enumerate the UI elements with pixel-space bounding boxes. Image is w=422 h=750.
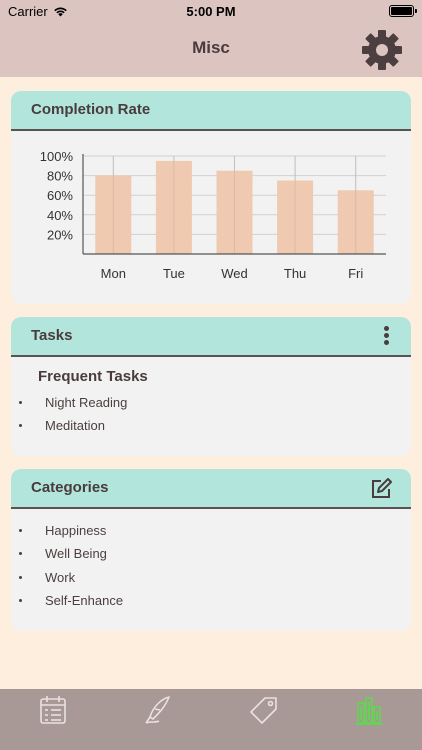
category-label: Happiness — [45, 523, 107, 538]
chart-category-label: Mon — [101, 266, 126, 281]
chart-tick-label: 20% — [47, 227, 73, 242]
completion-rate-title: Completion Rate — [31, 101, 151, 118]
categories-header: Categories — [11, 469, 411, 509]
tasks-header: Tasks — [11, 317, 411, 357]
gear-icon[interactable] — [360, 28, 404, 72]
more-options-icon[interactable] — [383, 326, 389, 348]
page-title: Misc — [192, 38, 230, 57]
edit-icon[interactable] — [369, 477, 393, 501]
calendar-icon — [39, 696, 66, 724]
task-label: Meditation — [45, 418, 105, 434]
quill-icon — [145, 696, 171, 724]
task-label: Night Reading — [45, 395, 128, 410]
completion-rate-header: Completion Rate — [11, 91, 411, 131]
tasks-title: Tasks — [31, 327, 73, 344]
completion-rate-chart: 100% 80% 60% 40% 20% Mon Tue Wed Thu Fri — [40, 149, 386, 281]
list-item[interactable]: Work — [11, 570, 411, 593]
completion-rate-card: Completion Rate 100% 80% 60% 40% 20% Mon Tue We… — [11, 91, 411, 304]
frequent-tasks-heading: Frequent Tasks — [38, 368, 148, 385]
category-label: Well Being — [45, 546, 107, 562]
chart-category-label: Wed — [221, 266, 248, 281]
chart-tick-label: 40% — [47, 208, 73, 223]
chart-category-label: Thu — [284, 266, 306, 281]
list-item[interactable]: Self-Enhance — [11, 593, 411, 616]
chart-category-label: Tue — [163, 266, 185, 281]
categories-card: Categories Happiness Well Being Work Sel… — [11, 469, 411, 631]
chart-tick-label: 100% — [40, 149, 74, 164]
tasks-card: Tasks Frequent Tasks Night Reading Medit… — [11, 317, 411, 456]
list-item[interactable]: Well Being — [11, 546, 411, 569]
categories-title: Categories — [31, 479, 109, 496]
tab-bar — [0, 689, 422, 750]
list-item[interactable]: Happiness — [11, 523, 411, 546]
status-time: 5:00 PM — [186, 4, 236, 19]
status-bar: Carrier 5:00 PM — [0, 0, 422, 22]
tab-calendar[interactable] — [0, 689, 106, 750]
tab-stats[interactable] — [317, 689, 422, 750]
category-label: Self-Enhance — [45, 592, 124, 608]
list-item[interactable]: Night Reading — [11, 395, 411, 418]
category-label: Work — [45, 569, 76, 585]
tag-icon — [249, 697, 277, 724]
categories-list: Happiness Well Being Work Self-Enhance — [11, 523, 411, 616]
chart-tick-label: 60% — [47, 188, 73, 203]
chart-category-label: Fri — [348, 266, 363, 281]
chart-tick-label: 80% — [47, 169, 73, 184]
list-item[interactable]: Meditation — [11, 418, 411, 441]
battery-icon — [389, 5, 417, 17]
tab-journal[interactable] — [106, 689, 212, 750]
stats-icon — [356, 697, 383, 725]
navigation-bar: Misc — [0, 22, 422, 77]
frequent-tasks-list: Night Reading Meditation — [11, 395, 411, 442]
tab-tags[interactable] — [211, 689, 317, 750]
